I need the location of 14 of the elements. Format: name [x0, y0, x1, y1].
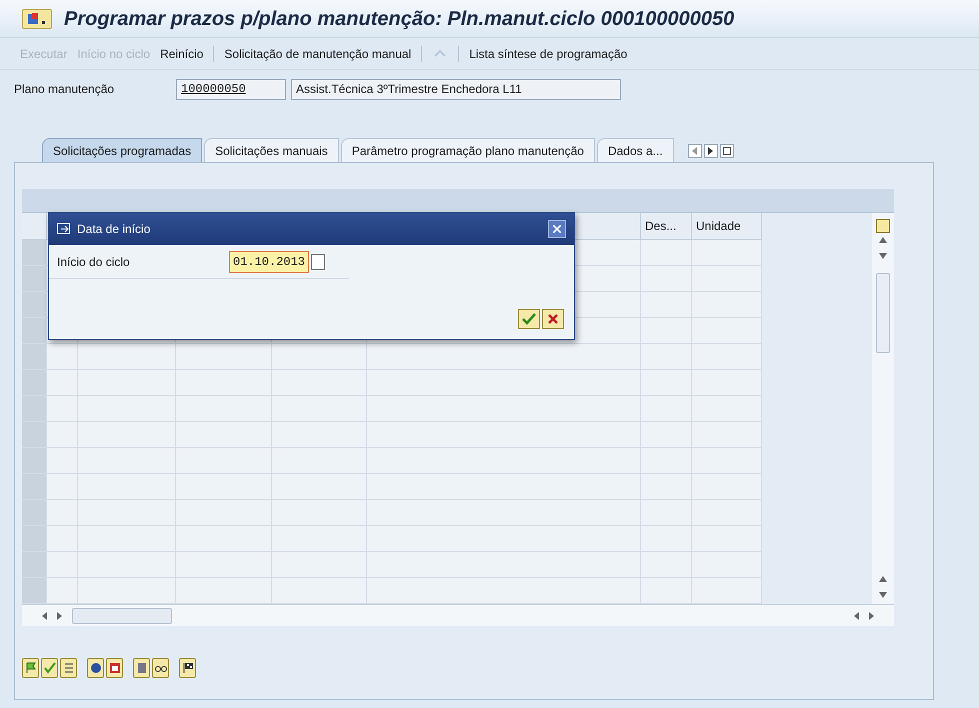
- tab[interactable]: Solicitações programadas: [42, 138, 202, 162]
- toolbar-button[interactable]: Lista síntese de programação: [469, 44, 628, 62]
- tab[interactable]: Dados a...: [596, 138, 674, 162]
- plan-number-field[interactable]: 100000050: [176, 78, 286, 100]
- tab[interactable]: Parâmetro programação plano manutenção: [340, 138, 595, 162]
- field-label: Início do ciclo: [57, 254, 131, 270]
- dialog-title: Data de início: [77, 221, 150, 238]
- plan-description-field: Assist.Técnica 3ºTrimestre Enchedora L11: [291, 78, 621, 100]
- date-field[interactable]: 01.10.2013: [229, 250, 310, 272]
- toolbar-button[interactable]: Reinício: [160, 44, 204, 62]
- window-title: Programar prazos p/plano manutenção: Pln.manut.ciclo 000100000050: [64, 6, 734, 32]
- toolbar-button[interactable]: Solicitação de manutenção manual: [224, 44, 412, 62]
- field-label: Plano manutenção: [14, 81, 116, 98]
- tab[interactable]: Solicitações manuais: [204, 138, 339, 162]
